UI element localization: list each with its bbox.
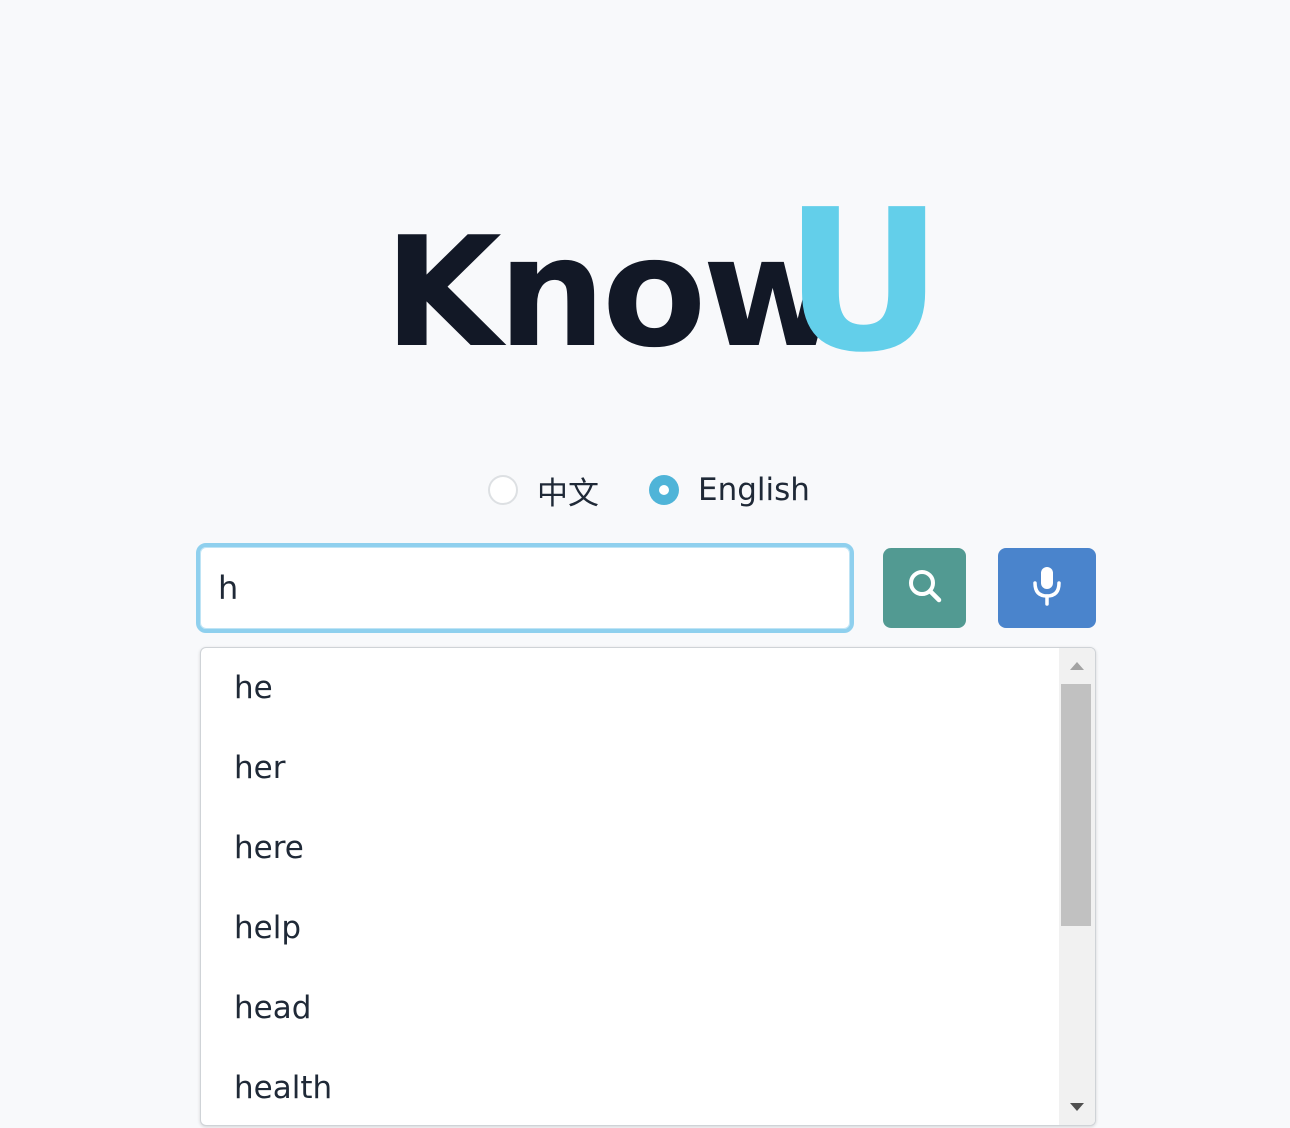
- suggestion-list: he her here help head health: [201, 648, 1061, 1125]
- suggestion-item[interactable]: head: [201, 968, 1061, 1048]
- suggestion-item[interactable]: her: [201, 728, 1061, 808]
- suggestion-item[interactable]: here: [201, 808, 1061, 888]
- radio-english[interactable]: English: [649, 470, 810, 510]
- search-input[interactable]: [200, 547, 850, 629]
- search-box: [196, 543, 854, 633]
- radio-label-chinese: 中文: [537, 475, 599, 512]
- suggestion-dropdown: he her here help head health: [200, 647, 1096, 1126]
- logo-text-u: U: [784, 168, 944, 396]
- voice-search-button[interactable]: [998, 548, 1096, 628]
- scrollbar-thumb[interactable]: [1061, 684, 1091, 926]
- suggestion-item[interactable]: help: [201, 888, 1061, 968]
- logo-text-know: Know: [384, 204, 843, 381]
- suggestion-item[interactable]: health: [201, 1048, 1061, 1125]
- language-selector: 中文 English: [0, 470, 1290, 512]
- radio-chinese[interactable]: 中文: [488, 470, 599, 512]
- scroll-up-arrow-icon[interactable]: [1059, 648, 1095, 684]
- radio-button-unselected[interactable]: [488, 475, 518, 505]
- suggestion-item[interactable]: he: [201, 648, 1061, 728]
- search-button[interactable]: [883, 548, 966, 628]
- radio-label-english: English: [698, 472, 810, 508]
- scrollbar[interactable]: [1059, 648, 1095, 1125]
- scroll-down-arrow-icon[interactable]: [1059, 1089, 1095, 1125]
- radio-button-selected[interactable]: [649, 475, 679, 505]
- microphone-icon: [1030, 565, 1064, 611]
- search-icon: [906, 567, 944, 609]
